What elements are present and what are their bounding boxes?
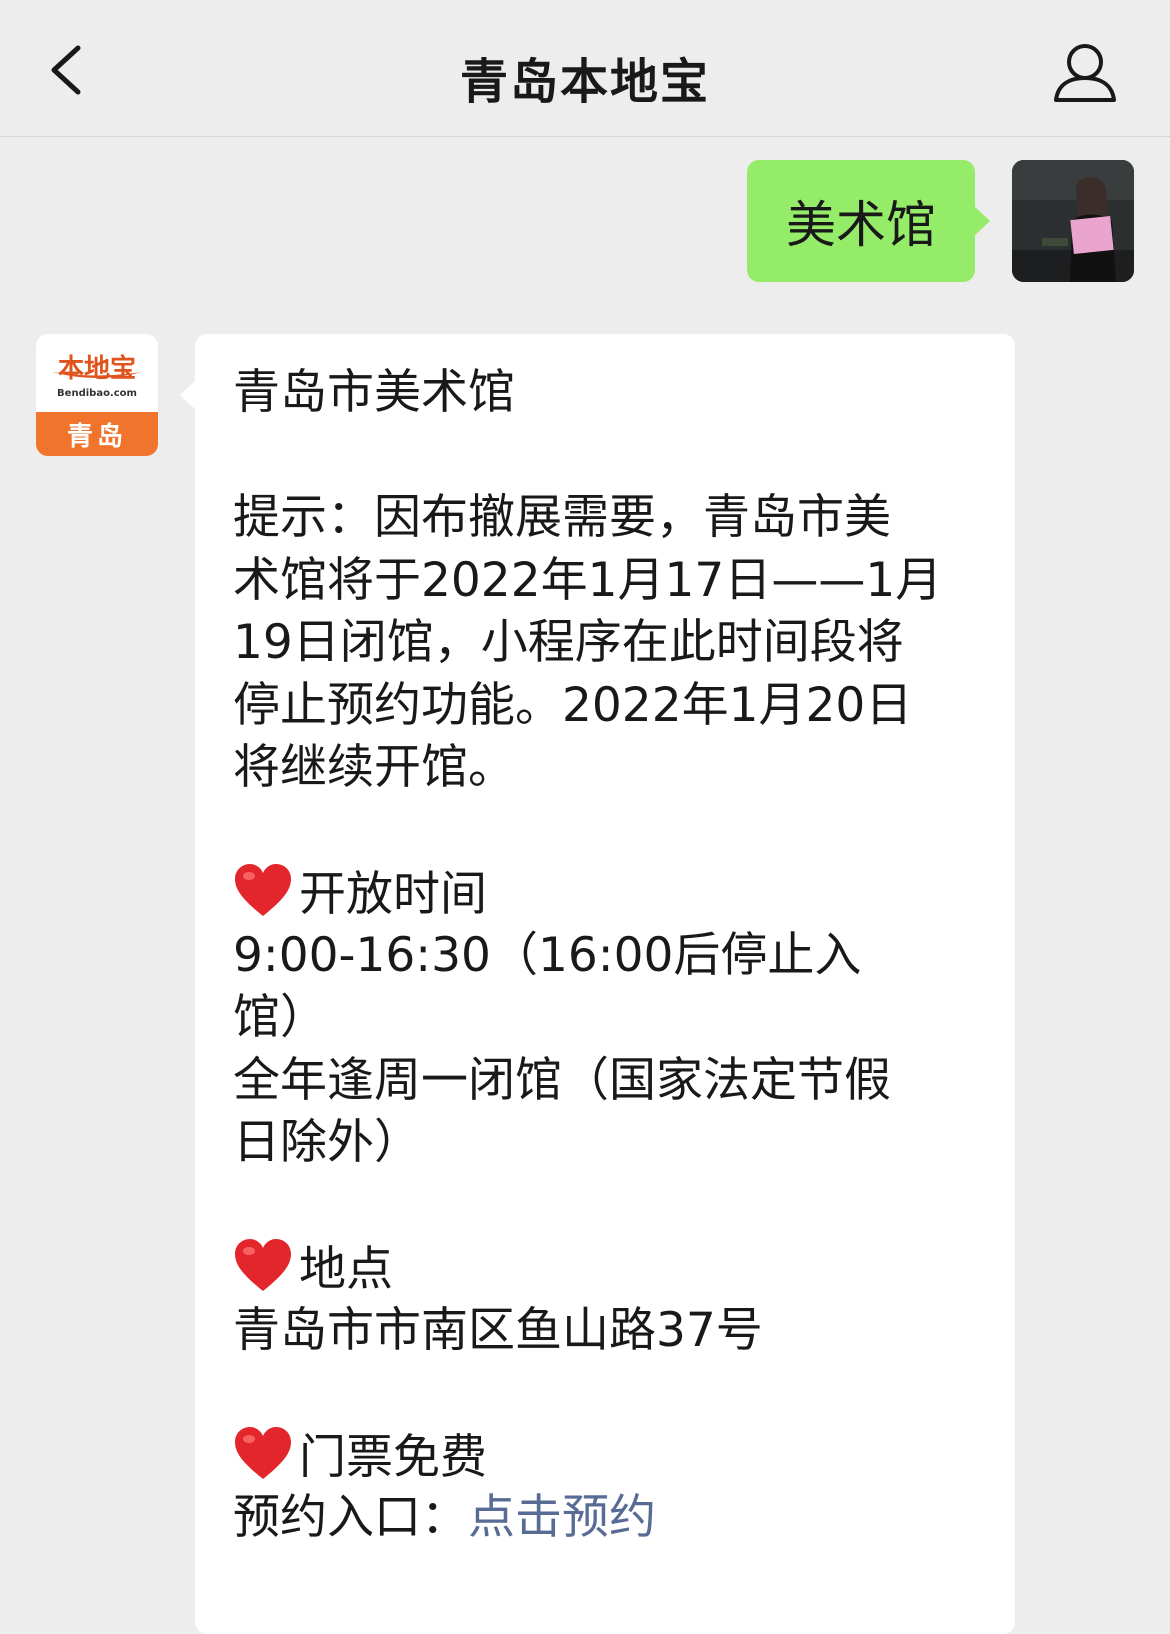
booking-label: 预约入口： (233, 1490, 468, 1545)
chat-title: 青岛本地宝 (459, 54, 710, 110)
person-icon[interactable] (1050, 38, 1120, 108)
message-title: 青岛市美术馆 (233, 365, 515, 420)
location-heading-row: 地点 (233, 1237, 975, 1300)
hours-line: 日除外） (233, 1115, 421, 1170)
notice-line: 停止预约功能。2022年1月20日 (233, 677, 913, 733)
heart-icon (235, 864, 291, 916)
notice-line: 将继续开馆。 (233, 740, 515, 795)
chat-area[interactable]: 美术馆 本地宝 Bendibao.com 青岛 青岛市美术馆 提示：因布撤展需要… (0, 138, 1170, 1634)
notice-line: 术馆将于2022年1月17日——1月 (233, 552, 943, 608)
logo-domain-text: Bendibao.com (57, 388, 137, 399)
heart-icon (235, 1426, 291, 1479)
hours-heading: 开放时间 (299, 867, 487, 922)
hours-line: 馆） (233, 990, 327, 1045)
user-avatar-photo (1012, 160, 1134, 282)
notice-line: 19日闭馆，小程序在此时间段将 (233, 615, 904, 670)
location-line: 青岛市市南区鱼山路37号 (233, 1302, 763, 1358)
bot-avatar[interactable]: 本地宝 Bendibao.com 青岛 (36, 334, 158, 456)
hours-line: 全年逢周一闭馆（国家法定节假 (233, 1052, 891, 1108)
booking-link[interactable]: 点击预约 (468, 1490, 656, 1545)
outgoing-message-text: 美术馆 (786, 196, 936, 254)
logo-city-text: 青岛 (36, 412, 158, 456)
incoming-message[interactable]: 青岛市美术馆 提示：因布撤展需要，青岛市美 术馆将于2022年1月17日——1月… (180, 334, 1015, 1634)
booking-row: 预约入口：点击预约 (233, 1487, 975, 1550)
nav-bar: 青岛本地宝 (0, 0, 1170, 137)
outgoing-message[interactable]: 美术馆 (747, 160, 990, 282)
hours-heading-row: 开放时间 (233, 862, 975, 925)
hours-line: 9:00-16:30（16:00后停止入 (233, 927, 862, 983)
notice-line: 提示：因布撤展需要，青岛市美 (233, 490, 891, 545)
ticket-heading-row: 门票免费 (233, 1425, 975, 1488)
heart-icon (235, 1239, 291, 1291)
ticket-heading: 门票免费 (299, 1429, 487, 1485)
location-heading: 地点 (299, 1242, 393, 1297)
logo-swoosh-icon (52, 372, 142, 378)
user-avatar[interactable] (1012, 160, 1134, 282)
